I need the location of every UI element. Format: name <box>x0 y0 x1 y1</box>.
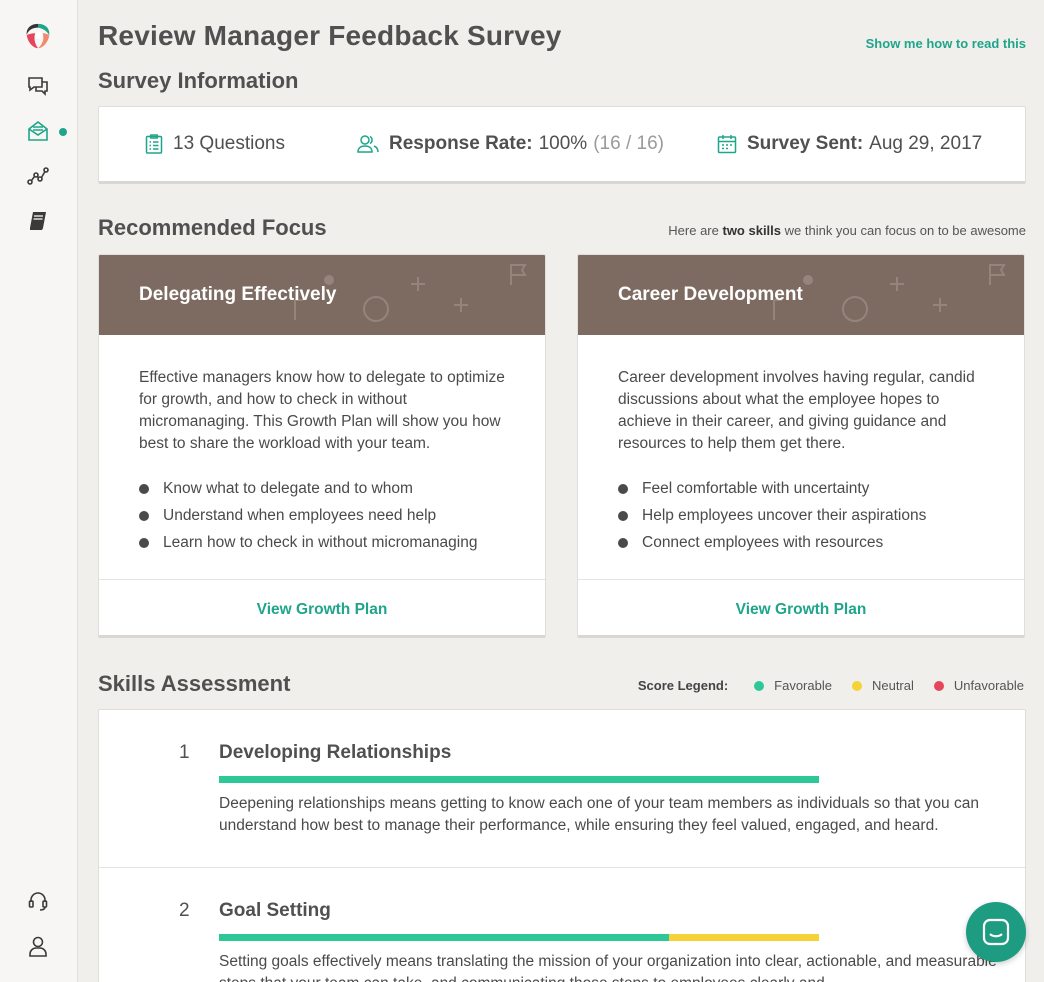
view-growth-plan-button[interactable]: View Growth Plan <box>99 579 545 635</box>
list-item: Connect employees with resources <box>618 529 984 556</box>
list-item: Know what to delegate and to whom <box>139 475 505 502</box>
page-title: Review Manager Feedback Survey <box>98 20 562 51</box>
legend-item-favorable: Favorable <box>754 678 832 693</box>
legend-label: Favorable <box>774 678 832 693</box>
score-legend: Score Legend: Favorable Neutral Unfavora… <box>638 678 1024 693</box>
skill-score-bar <box>219 776 819 783</box>
favorable-dot <box>754 680 765 691</box>
skills-card: 1 Developing Relationships Deepening rel… <box>98 709 1026 982</box>
neutral-segment <box>669 934 819 941</box>
legend-title: Score Legend: <box>637 678 729 693</box>
neutral-dot <box>851 680 862 691</box>
legend-item-unfavorable: Unfavorable <box>933 678 1024 693</box>
chat-icon[interactable] <box>24 72 52 100</box>
view-growth-plan-button[interactable]: View Growth Plan <box>578 579 1024 635</box>
list-item: Help employees uncover their aspirations <box>618 502 984 529</box>
sidebar <box>0 0 78 982</box>
clipboard-icon <box>145 134 163 154</box>
list-item: Feel comfortable with uncertainty <box>618 475 984 502</box>
response-rate: Response Rate: 100% (16 / 16) <box>357 133 664 155</box>
focus-card-bullets: Know what to delegate and to whom Unders… <box>139 475 505 556</box>
legend-label: Unfavorable <box>953 678 1024 693</box>
chat-bubble-icon <box>982 918 1010 946</box>
survey-icon[interactable] <box>24 117 52 145</box>
focus-card-description: Career development involves having regul… <box>618 369 975 452</box>
focus-card-description: Effective managers know how to delegate … <box>139 369 505 452</box>
questions-count: 13 Questions <box>145 133 285 155</box>
active-indicator <box>59 128 67 136</box>
note-pre: Here are <box>668 223 723 238</box>
chat-launcher-button[interactable] <box>966 902 1026 962</box>
profile-icon[interactable] <box>24 932 52 960</box>
survey-sent-value: Aug 29, 2017 <box>869 133 983 154</box>
note-post: we think you can focus on to be awesome <box>781 223 1026 238</box>
focus-card-body: Career development involves having regul… <box>578 335 1024 579</box>
response-rate-detail: (16 / 16) <box>593 133 664 154</box>
calendar-icon <box>717 135 737 154</box>
recommended-focus-title: Recommended Focus <box>98 215 327 240</box>
users-icon <box>357 135 379 153</box>
skill-description: Deepening relationships means getting to… <box>219 795 979 834</box>
survey-info-card: 13 Questions Response Rate: 100% (16 / 1… <box>98 106 1026 184</box>
focus-card-delegating: Delegating Effectively Effective manager… <box>98 254 546 638</box>
skill-description: Setting goals effectively means translat… <box>219 953 997 982</box>
focus-card-header: Career Development <box>578 255 1024 335</box>
response-rate-value: 100% <box>538 133 588 154</box>
response-rate-label: Response Rate: <box>389 133 533 154</box>
survey-sent: Survey Sent: Aug 29, 2017 <box>717 133 982 155</box>
favorable-segment <box>219 934 669 941</box>
list-item: Understand when employees need help <box>139 502 505 529</box>
questions-text: 13 Questions <box>173 133 285 154</box>
support-icon[interactable] <box>24 887 52 915</box>
skill-number: 2 <box>179 900 190 921</box>
list-item: Learn how to check in without micromanag… <box>139 529 505 556</box>
note-bold: two skills <box>722 223 782 238</box>
focus-card-title: Career Development <box>618 284 803 305</box>
legend-label: Neutral <box>871 678 914 693</box>
focus-card-career: Career Development Career development in… <box>577 254 1025 638</box>
help-link[interactable]: Show me how to read this <box>866 36 1026 51</box>
skills-assessment-title: Skills Assessment <box>98 671 291 696</box>
logo-icon[interactable] <box>24 22 52 50</box>
recommended-focus-note: Here are two skills we think you can foc… <box>668 223 1026 238</box>
divider <box>99 867 1025 868</box>
focus-card-header: Delegating Effectively <box>99 255 545 335</box>
analytics-icon[interactable] <box>24 162 52 190</box>
focus-card-bullets: Feel comfortable with uncertainty Help e… <box>618 475 984 556</box>
skill-name: Goal Setting <box>219 900 331 921</box>
survey-sent-label: Survey Sent: <box>747 133 864 154</box>
favorable-segment <box>219 776 819 783</box>
skill-number: 1 <box>179 742 190 763</box>
survey-info-title: Survey Information <box>98 68 299 93</box>
focus-card-body: Effective managers know how to delegate … <box>99 335 545 579</box>
skill-name: Developing Relationships <box>219 742 452 763</box>
focus-card-title: Delegating Effectively <box>139 284 337 305</box>
legend-item-neutral: Neutral <box>851 678 914 693</box>
unfavorable-dot <box>933 680 944 691</box>
skill-score-bar <box>219 934 819 941</box>
book-icon[interactable] <box>24 207 52 235</box>
